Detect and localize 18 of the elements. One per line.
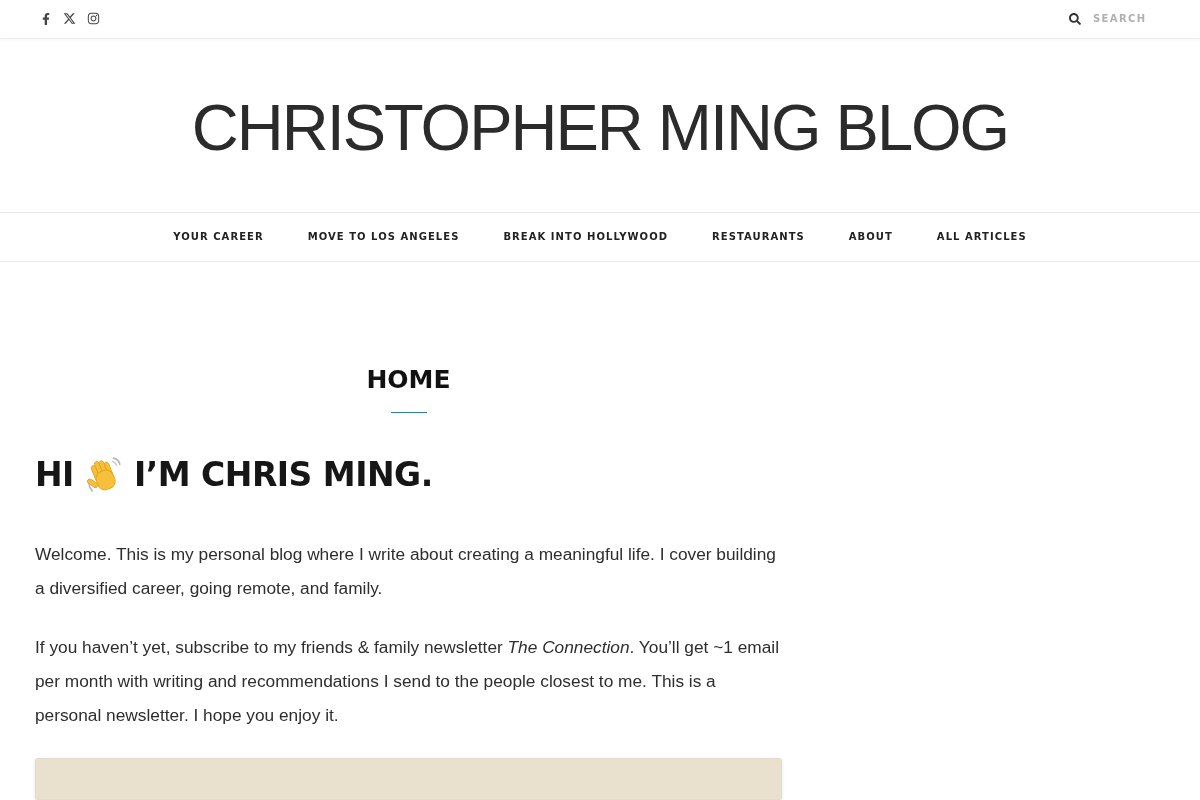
body-paragraph: If you haven’t yet, subscribe to my friends & family newsletter The Connection. You’ll get ~1 email per month with writing and recommendations I send to the people closest to me. This is a personal newsletter. I hope you enjoy it. — [35, 636, 780, 727]
greeting-heading: HI — [35, 454, 74, 496]
body-paragraph: Welcome. This is my personal blog where I write about creating a meaningful life. I cover building a diversified career, going remote, and family. — [35, 543, 777, 600]
search-icon[interactable] — [1069, 12, 1081, 25]
nav-link[interactable]: YOUR CAREER — [173, 231, 264, 243]
facebook-icon[interactable] — [40, 12, 52, 25]
greeting-heading: I’M CHRIS MING. — [133, 454, 433, 496]
nav-link[interactable]: ABOUT — [848, 231, 893, 243]
search-field[interactable]: SEARCH — [1093, 11, 1155, 27]
site-title[interactable]: CHRISTOPHER MING BLOG — [191, 90, 1009, 160]
nav-link[interactable]: BREAK INTO HOLLYWOOD — [503, 231, 669, 243]
nav-link[interactable]: MOVE TO LOS ANGELES — [307, 231, 460, 243]
instagram-icon[interactable] — [87, 12, 100, 26]
page-title: HOME — [365, 364, 452, 396]
waving-hand-icon — [84, 456, 123, 494]
x-logo-icon[interactable] — [63, 12, 76, 26]
nav-link[interactable]: ALL ARTICLES — [936, 231, 1027, 243]
nav-link[interactable]: RESTAURANTS — [712, 231, 805, 243]
